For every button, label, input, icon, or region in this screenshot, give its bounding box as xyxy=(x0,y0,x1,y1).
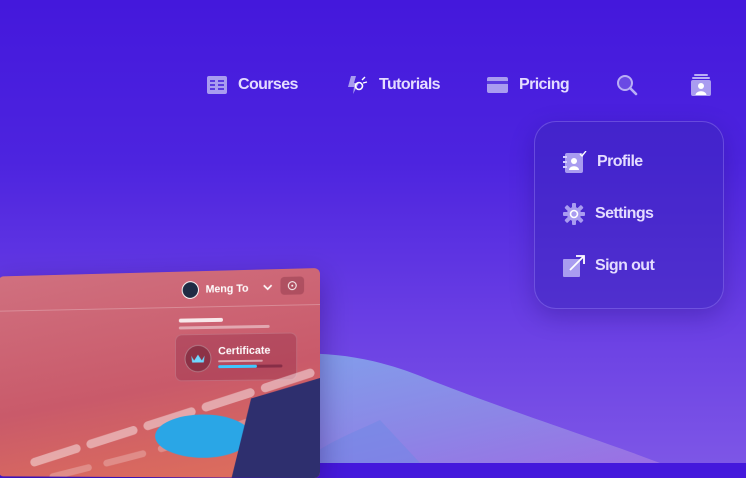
app-preview-panel: Meng To Certificate xyxy=(0,268,320,478)
gear-icon xyxy=(563,203,585,225)
top-navigation: Courses Tutorials Pricing xyxy=(0,72,746,98)
nav-pricing-label: Pricing xyxy=(519,76,570,93)
panel-decoration xyxy=(0,368,320,478)
preview-user-menu[interactable]: Meng To xyxy=(181,279,275,300)
menu-item-profile-label: Profile xyxy=(597,153,643,170)
preview-user-name: Meng To xyxy=(205,282,249,296)
account-button[interactable] xyxy=(691,72,711,98)
nav-tutorials[interactable]: Tutorials xyxy=(347,72,441,98)
divider xyxy=(0,304,320,312)
sign-out-icon xyxy=(563,255,585,277)
search-icon xyxy=(617,75,638,96)
credit-card-icon xyxy=(487,77,508,93)
placeholder-line xyxy=(218,359,263,363)
placeholder-line xyxy=(178,324,270,330)
help-icon xyxy=(287,281,297,291)
certificate-label: Certificate xyxy=(218,344,271,358)
profile-icon xyxy=(563,151,587,173)
certificate-progress-fill xyxy=(218,364,257,369)
menu-item-settings-label: Settings xyxy=(595,205,654,222)
menu-item-profile[interactable]: Profile xyxy=(563,148,643,176)
avatar xyxy=(181,281,199,300)
placeholder-line xyxy=(178,317,223,323)
tutorials-icon xyxy=(348,76,368,94)
nav-courses[interactable]: Courses xyxy=(207,72,298,98)
menu-item-sign-out[interactable]: Sign out xyxy=(563,252,655,280)
help-button[interactable] xyxy=(280,276,305,295)
chevron-down-icon xyxy=(261,284,275,292)
account-icon xyxy=(691,74,711,96)
menu-item-sign-out-label: Sign out xyxy=(595,257,655,274)
search-button[interactable] xyxy=(616,72,638,98)
nav-pricing[interactable]: Pricing xyxy=(487,72,570,98)
courses-icon xyxy=(207,76,227,94)
nav-tutorials-label: Tutorials xyxy=(379,76,441,93)
account-dropdown-menu: Profile Settings Sign out xyxy=(534,121,724,309)
nav-courses-label: Courses xyxy=(238,76,298,93)
menu-item-settings[interactable]: Settings xyxy=(563,200,654,228)
